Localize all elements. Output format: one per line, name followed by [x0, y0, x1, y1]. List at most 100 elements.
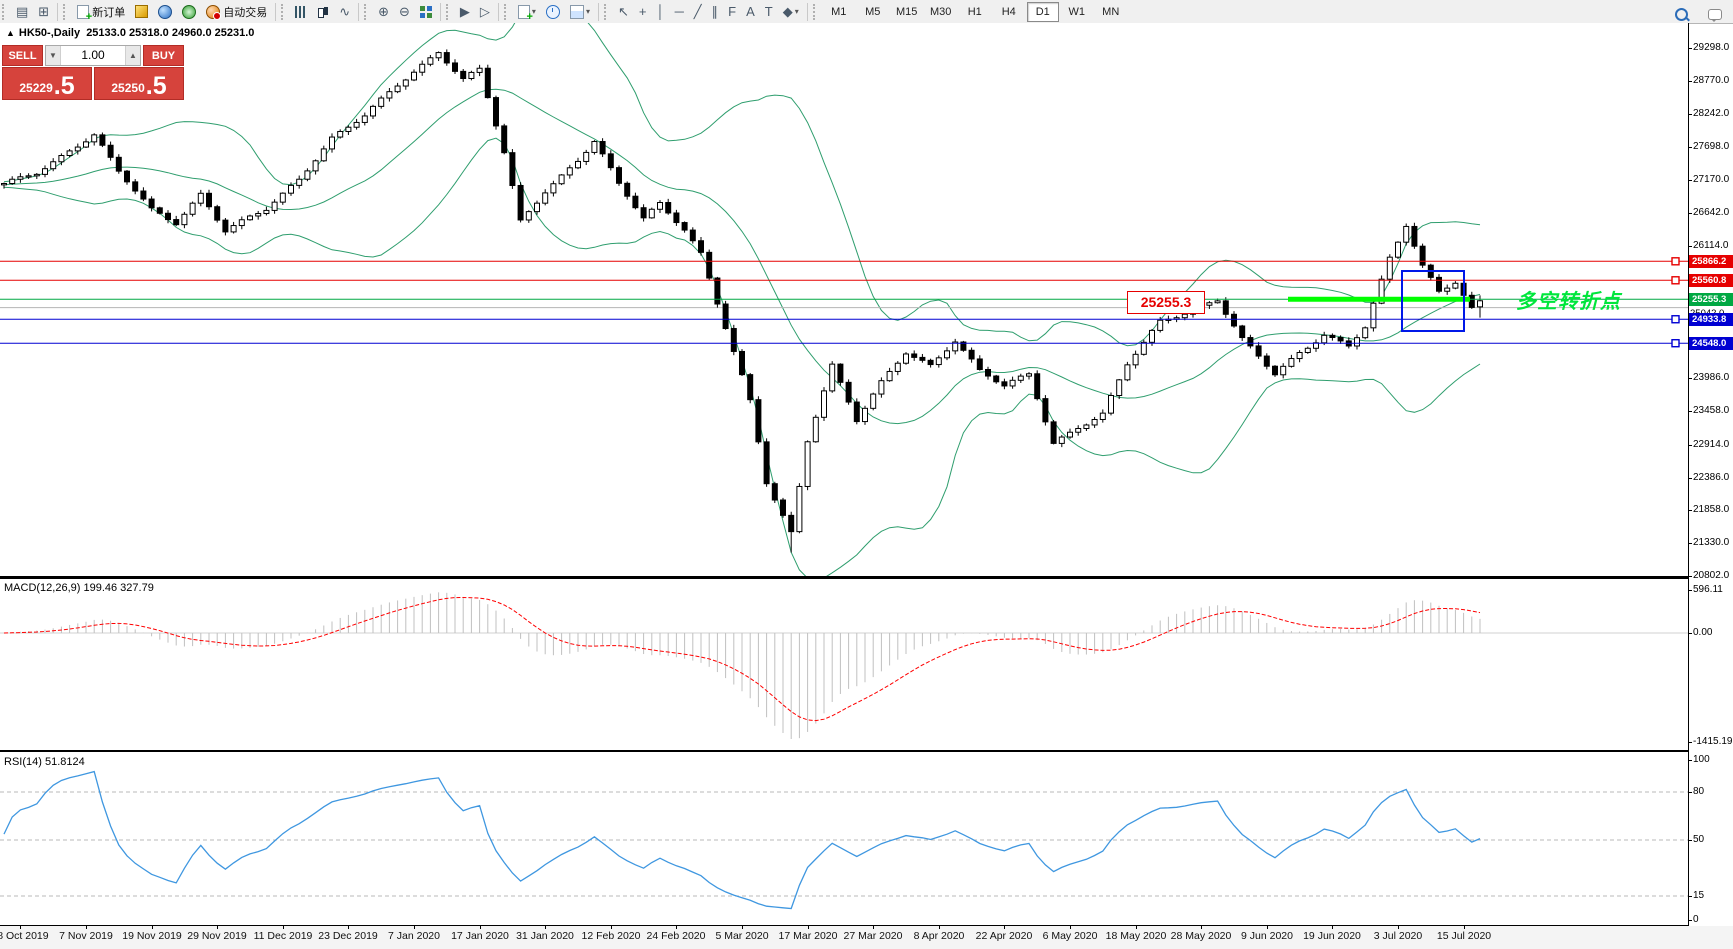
bar-chart-icon [295, 5, 308, 18]
buy-button[interactable]: BUY [143, 45, 184, 66]
y-tick-mark [1688, 378, 1692, 379]
candle-body [903, 353, 909, 364]
candle-body [1452, 282, 1459, 289]
x-tick-label: 17 Jan 2020 [451, 930, 509, 942]
volume-up-button[interactable]: ▲ [125, 46, 140, 65]
x-tick-label: 29 Nov 2019 [187, 930, 247, 942]
tile-windows-icon[interactable] [416, 1, 436, 23]
x-tick-label: 11 Dec 2019 [253, 930, 313, 942]
candle-body [288, 184, 294, 194]
add-indicator-icon[interactable]: ▾ [514, 1, 540, 23]
signals-icon[interactable] [178, 1, 200, 23]
clock-icon[interactable] [542, 1, 564, 23]
chart-window-icon[interactable]: ▤ [12, 1, 32, 23]
candle-body [509, 152, 516, 186]
candle-body [648, 208, 655, 219]
price-annotation-box[interactable]: 25255.3 [1127, 291, 1205, 314]
fibonacci-icon[interactable]: F [724, 1, 740, 23]
candle-body [780, 499, 786, 516]
candle-body [1468, 294, 1475, 308]
x-tick-label: 27 Mar 2020 [843, 930, 903, 942]
trendline-icon[interactable]: ╱ [690, 1, 706, 23]
turning-point-annotation[interactable]: 多空转折点 [1516, 285, 1621, 314]
volume-field[interactable]: 1.00 [61, 46, 125, 65]
candle-body [1099, 412, 1106, 421]
auto-scroll-icon[interactable]: ▶ [456, 1, 474, 23]
candle-body [1149, 329, 1155, 343]
crosshair-icon: + [638, 4, 647, 19]
crosshair-icon[interactable]: + [635, 1, 651, 23]
profiles-icon[interactable]: ⊞ [34, 1, 53, 23]
text-icon[interactable]: A [742, 1, 759, 23]
vertical-line-icon[interactable]: │ [652, 1, 668, 23]
candlestick-chart-icon[interactable] [313, 1, 333, 23]
sell-price-panel[interactable]: 25229 .5 [2, 67, 92, 100]
timeframe-m5[interactable]: M5 [857, 2, 889, 22]
market-icon[interactable] [131, 1, 152, 23]
autotrade-button[interactable]: 自动交易 [202, 1, 271, 23]
search-icon[interactable] [1671, 3, 1692, 25]
candle-body [107, 144, 114, 158]
shapes-icon[interactable]: ◆ ▾ [779, 1, 803, 23]
toolbar-separator [439, 2, 441, 21]
chat-icon[interactable] [1704, 3, 1726, 25]
timeframe-mn[interactable]: MN [1095, 2, 1127, 22]
x-tick-label: 9 Jun 2020 [1241, 930, 1293, 942]
channel-icon[interactable]: ∥ [708, 1, 723, 23]
hline-handle[interactable] [1671, 339, 1680, 348]
oneclick-expander-icon[interactable]: ▲ [6, 28, 15, 38]
cursor-icon[interactable]: ↖ [614, 1, 633, 23]
bar-chart-icon[interactable] [291, 1, 311, 23]
timeframe-m15[interactable]: M15 [891, 2, 923, 22]
candle-body [1296, 351, 1303, 360]
timeframe-m1[interactable]: M1 [823, 2, 855, 22]
candle-body [714, 277, 721, 305]
macd-tick-mark [1688, 742, 1692, 743]
rsi-pane[interactable] [0, 752, 1688, 926]
zoom-in-icon[interactable]: ⊕ [374, 1, 393, 23]
timeframe-w1[interactable]: W1 [1061, 2, 1093, 22]
candle-body [58, 155, 65, 163]
label-icon[interactable]: T [761, 1, 777, 23]
rsi-tick-label: 50 [1693, 834, 1705, 845]
x-tick-mark [217, 926, 218, 929]
main-chart-pane[interactable] [0, 23, 1688, 578]
candle-body [1288, 358, 1295, 367]
x-tick-label: 19 Nov 2019 [122, 930, 182, 942]
timeframe-h4[interactable]: H4 [993, 2, 1025, 22]
chart-title: ▲ HK50-,Daily 25133.0 25318.0 24960.0 252… [6, 27, 254, 39]
hline-handle[interactable] [1671, 315, 1680, 324]
buy-price-panel[interactable]: 25250 .5 [94, 67, 184, 100]
candle-body [1116, 379, 1123, 397]
hline-handle[interactable] [1671, 276, 1680, 285]
macd-pane[interactable] [0, 578, 1688, 752]
candle-body [1157, 319, 1164, 331]
indicator-list-icon[interactable]: ▾ [566, 1, 594, 23]
chart-shift-icon[interactable]: ▷ [476, 1, 494, 23]
price-axis-border [1688, 23, 1689, 926]
timeframe-d1[interactable]: D1 [1026, 1, 1059, 22]
zoom-out-icon[interactable]: ⊖ [395, 1, 414, 23]
candle-body [673, 212, 680, 224]
candle-body [156, 207, 163, 214]
new-order-button[interactable]: 新订单 [73, 1, 129, 23]
timeframe-m30[interactable]: M30 [925, 2, 957, 22]
candle-body [263, 209, 270, 215]
hline-handle[interactable] [1671, 257, 1680, 266]
candle-body [353, 121, 360, 128]
candle-body [1108, 395, 1114, 414]
line-chart-icon[interactable]: ∿ [335, 1, 354, 23]
community-icon[interactable] [154, 1, 176, 23]
x-tick-mark [939, 926, 940, 929]
candle-body [1050, 421, 1057, 444]
fibonacci-icon: F [728, 4, 737, 19]
candle-body [1272, 365, 1278, 376]
horizontal-line-icon[interactable]: ─ [671, 1, 688, 23]
x-tick-mark [1004, 926, 1005, 929]
toolbar-separator [275, 2, 277, 21]
toolbar-separator [597, 2, 599, 21]
candle-body [1140, 341, 1147, 355]
sell-button[interactable]: SELL [2, 45, 43, 66]
timeframe-h1[interactable]: H1 [959, 2, 991, 22]
volume-down-button[interactable]: ▼ [46, 46, 61, 65]
